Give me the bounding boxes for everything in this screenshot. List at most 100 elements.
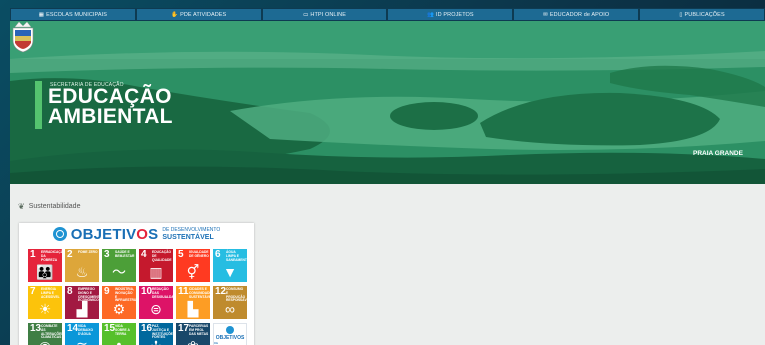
sdg-goal-17-icon: ❀: [176, 339, 210, 345]
sdg-goal-8-icon: ▟: [76, 301, 88, 317]
sdg-goal-number: 5: [178, 249, 184, 260]
nav-item-id-projetos[interactable]: 👥 ID PROJETOS: [388, 9, 513, 20]
sdg-goal-12-icon: ∞: [225, 301, 235, 317]
seedling-icon: ❦: [18, 202, 25, 211]
sdg-goal-number: 8: [67, 286, 73, 297]
sdg-goal-number: 14: [67, 323, 79, 334]
chat-icon: ✉: [543, 11, 548, 18]
sdg-goal-3: 3 SAÚDE E BEM-ESTAR 〜: [102, 249, 136, 282]
sdg-goal-7-icon: ☀: [38, 301, 52, 317]
sdg-goal-16-icon: ✢: [139, 339, 173, 345]
breadcrumb-label[interactable]: Sustentabilidade: [29, 203, 81, 210]
sdg-goal-11: 11CIDADES E COMUNIDADES SUSTENTÁVEIS ▙: [176, 286, 210, 319]
sdg-goal-5-icon: ⚥: [186, 264, 200, 280]
sdg-goal-number: 2: [67, 249, 73, 260]
sdg-goal-7: 7 ENERGIA LIMPA E ACESSÍVEL ☀: [28, 286, 62, 319]
city-name: PRAIA GRANDE: [693, 150, 743, 157]
sdg-goal-4: 4 EDUCAÇÃO DE QUALIDADE ▥: [139, 249, 173, 282]
sdg-goal-label: FOME ZERO: [78, 250, 98, 254]
sdg-goal-label: REDUÇÃO DAS DESIGUALDADES: [152, 287, 173, 299]
sdg-goal-17: 17PARCERIAS EM PROL DAS METAS ❀: [176, 323, 210, 345]
nav-item-label: ESCOLAS MUNICIPAIS: [46, 11, 108, 18]
sdg-goal-number: 4: [141, 249, 147, 260]
sdg-goal-2-icon: ♨: [75, 264, 89, 280]
sdg-goal-4-icon: ▥: [149, 264, 163, 280]
sdg-goal-number: 15: [104, 323, 116, 334]
page-title: EDUCAÇÃO AMBIENTAL: [48, 85, 173, 128]
sdg-goal-10: 10REDUÇÃO DAS DESIGUALDADES ⊜: [139, 286, 173, 319]
sdg-logo-tile: OBJETIVOSDE DESENVOLVIMENTOSUSTENTÁVEL: [213, 323, 247, 345]
sdg-goal-number: 6: [215, 249, 221, 260]
browser-viewport: ▦ ESCOLAS MUNICIPAIS ✋ PDE ATIVIDADES ▭ HTPI …: [10, 8, 765, 345]
page-title-line-1: EDUCAÇÃO: [48, 85, 172, 108]
sdg-goal-16: 16PAZ, JUSTIÇA E INSTITUIÇÕES FORTES✢: [139, 323, 173, 345]
sdg-poster[interactable]: OBJETIVOS DE DESENVOLVIMENTO SUSTENTÁVEL…: [19, 223, 254, 345]
sdg-goal-label: ÁGUA LIMPA E SANEAMENTO: [226, 250, 247, 262]
sdg-goal-1: 1 ERRADICAÇÃO DA POBREZA 👪: [28, 249, 62, 282]
nav-item-pde-atividades[interactable]: ✋ PDE ATIVIDADES: [136, 9, 261, 20]
sdg-goal-number: 9: [104, 286, 110, 297]
users-icon: 👥: [427, 11, 435, 18]
sdg-goal-number: 3: [104, 249, 110, 260]
sdg-goal-label: SAÚDE E BEM-ESTAR: [115, 250, 135, 258]
nav-item-escolas-municipais[interactable]: ▦ ESCOLAS MUNICIPAIS: [11, 9, 135, 20]
sdg-goal-number: 12: [215, 286, 227, 297]
sdg-goal-label: IGUALDADE DE GÊNERO: [189, 250, 209, 258]
sdg-goal-2: 2 FOME ZERO ♨: [65, 249, 99, 282]
sdg-goal-number: 13: [30, 323, 42, 334]
sdg-goal-number: 11: [178, 286, 189, 297]
sdg-goal-9: 9INDÚSTRIA, INOVAÇÃO E INFRAESTRUTURA⚙: [102, 286, 136, 319]
sdg-goal-5: 5 IGUALDADE DE GÊNERO ⚥: [176, 249, 210, 282]
sdg-goal-15-icon: ♣: [102, 339, 136, 345]
nav-item-label: PDE ATIVIDADES: [180, 11, 227, 18]
top-navigation: ▦ ESCOLAS MUNICIPAIS ✋ PDE ATIVIDADES ▭ HTPI …: [10, 8, 765, 21]
sdg-goal-number: 17: [178, 323, 190, 334]
sdg-goal-number: 16: [141, 323, 153, 334]
sdg-goal-label: VIDA DEBAIXO D'ÁGUA: [78, 324, 94, 336]
sdg-goal-8: 8EMPREGO DIGNO E CRESCIMENTO ECONÔMICO▟: [65, 286, 99, 319]
hands-icon: ✋: [171, 11, 179, 18]
sdg-title-suffix: S: [148, 225, 159, 243]
nav-item-htpi-online[interactable]: ▭ HTPI ONLINE: [262, 9, 387, 20]
sdg-goal-label: VIDA SOBRE A TERRA: [115, 324, 130, 336]
sdg-goal-14: 14VIDA DEBAIXO D'ÁGUA ≋: [65, 323, 99, 345]
sdg-goal-grid: 1 ERRADICAÇÃO DA POBREZA 👪 2 FOME ZERO ♨ 3 SAÚD…: [28, 249, 247, 345]
sdg-poster-header: OBJETIVOS DE DESENVOLVIMENTO SUSTENTÁVEL: [19, 223, 254, 245]
sdg-goal-10-icon: ⊜: [150, 301, 162, 317]
nav-item-label: HTPI ONLINE: [310, 11, 347, 18]
sdg-goal-13: 13COMBATE ÀS ALTERAÇÕES CLIMÁTICAS◉: [28, 323, 62, 345]
sdg-tagline-big: SUSTENTÁVEL: [162, 234, 214, 241]
sdg-goal-label: PARCERIAS EM PROL DAS METAS: [189, 324, 209, 336]
sdg-goal-label: CIDADES E COMUNIDADES SUSTENTÁVEIS: [189, 287, 210, 299]
nav-item-label: ID PROJETOS: [436, 11, 474, 18]
sdg-goal-14-icon: ≋: [65, 339, 99, 345]
sdg-goal-11-icon: ▙: [187, 301, 199, 317]
sdg-goal-13-icon: ◉: [28, 339, 62, 345]
sdg-goal-3-icon: 〜: [112, 264, 126, 280]
sdg-goal-12: 12CONSUMO E PRODUÇÃO RESPONSÁVEIS∞: [213, 286, 247, 319]
city-crest-icon: [12, 21, 34, 53]
hero-banner: SECRETARIA DE EDUCAÇÃO EDUCAÇÃO AMBIENTA…: [10, 21, 765, 184]
page-title-line-2: AMBIENTAL: [48, 105, 173, 128]
sdg-goal-number: 10: [141, 286, 153, 297]
sdg-tagline-small: DE DESENVOLVIMENTO: [162, 227, 221, 233]
sdg-goal-9-icon: ⚙: [112, 301, 126, 317]
un-emblem-small-icon: [226, 325, 234, 334]
sdg-goal-label: ENERGIA LIMPA E ACESSÍVEL: [41, 287, 60, 299]
sdg-poster-title: OBJETIVOS: [71, 226, 159, 243]
sdg-goal-6-icon: ▼: [223, 264, 237, 280]
building-icon: ▦: [38, 11, 45, 18]
sdg-goal-number: 7: [30, 286, 36, 297]
sdg-goal-6: 6 ÁGUA LIMPA E SANEAMENTO ▼: [213, 249, 247, 282]
nav-item-educador-de-apoio[interactable]: ✉ EDUCADOR de APOIO: [514, 9, 639, 20]
sdg-poster-tagline: DE DESENVOLVIMENTO SUSTENTÁVEL: [162, 227, 220, 241]
nav-item-label: EDUCADOR de APOIO: [549, 11, 610, 18]
sdg-title-prefix: OBJETIV: [70, 225, 137, 243]
sdg-goal-15: 15VIDA SOBRE A TERRA ♣: [102, 323, 136, 345]
document-icon: ▯: [679, 11, 683, 18]
sdg-goal-label: EDUCAÇÃO DE QUALIDADE: [152, 250, 172, 262]
nav-item-publica-es[interactable]: ▯ PUBLICAÇÕES: [640, 9, 764, 20]
un-emblem-icon: [52, 227, 67, 241]
sdg-wheel-letter: O: [136, 225, 149, 243]
main-content: ❦ Sustentabilidade OBJETIVOS DE DESENVOL…: [10, 184, 765, 345]
